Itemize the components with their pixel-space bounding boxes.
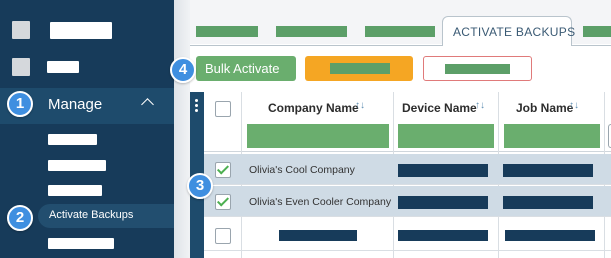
company-name-cell-redacted — [279, 230, 357, 241]
device-name-cell-redacted — [398, 164, 488, 177]
company-name-filter-input[interactable] — [247, 124, 389, 148]
sidebar-subitem-redacted-1[interactable] — [48, 134, 97, 145]
column-header-company-name[interactable]: Company Name — [268, 101, 359, 115]
sidebar-subitem-redacted-2[interactable] — [48, 160, 106, 171]
button-label-redacted — [330, 63, 390, 74]
bulk-activate-button[interactable]: Bulk Activate — [196, 56, 296, 81]
company-name-cell: Olivia's Even Cooler Company — [249, 196, 392, 208]
device-name-cell-redacted — [398, 230, 488, 241]
step-badge-1: 1 — [7, 91, 33, 117]
job-name-cell-redacted — [503, 164, 593, 177]
sort-icon[interactable]: ↑↓ — [355, 100, 365, 111]
sidebar-nav-icon-2[interactable] — [12, 58, 30, 76]
sort-icon[interactable]: ↑↓ — [475, 100, 485, 111]
step-badge-3: 3 — [187, 173, 213, 199]
button-label-redacted — [445, 64, 510, 74]
tab-redacted-2[interactable] — [276, 26, 347, 37]
select-all-checkbox[interactable] — [215, 101, 231, 117]
step-badge-2: 2 — [7, 205, 33, 231]
sort-icon[interactable]: ↑↓ — [569, 100, 579, 111]
column-header-job-name[interactable]: Job Name — [516, 101, 573, 115]
tab-redacted-1[interactable] — [196, 26, 258, 37]
job-name-cell-redacted — [503, 196, 593, 209]
device-name-cell-redacted — [398, 196, 488, 209]
sidebar-edge — [174, 0, 190, 258]
tab-redacted-3[interactable] — [365, 26, 435, 37]
outline-action-button[interactable] — [423, 56, 532, 81]
kebab-menu-icon[interactable] — [195, 99, 199, 113]
orange-action-button[interactable] — [305, 56, 413, 81]
sidebar-subitem-redacted-4[interactable] — [48, 238, 114, 249]
job-name-cell-redacted — [505, 230, 595, 241]
column-header-device-name[interactable]: Device Name — [402, 101, 477, 115]
sidebar-item-redacted-1[interactable] — [50, 22, 112, 39]
sidebar-nav-icon-1[interactable] — [12, 21, 30, 39]
tab-redacted-4[interactable] — [583, 26, 611, 37]
row-checkbox[interactable] — [215, 228, 231, 244]
device-name-filter-input[interactable] — [398, 124, 494, 148]
sidebar-item-activate-backups-label: Activate Backups — [49, 209, 134, 221]
tab-activate-backups-label: ACTIVATE BACKUPS — [453, 25, 576, 39]
sidebar-item-manage-label: Manage — [48, 96, 103, 113]
job-name-filter-input[interactable] — [504, 124, 600, 148]
step-badge-4: 4 — [170, 57, 196, 83]
company-name-cell: Olivia's Cool Company — [249, 164, 355, 176]
sidebar-item-redacted-2[interactable] — [47, 61, 79, 73]
sidebar-subitem-redacted-3[interactable] — [48, 185, 102, 196]
